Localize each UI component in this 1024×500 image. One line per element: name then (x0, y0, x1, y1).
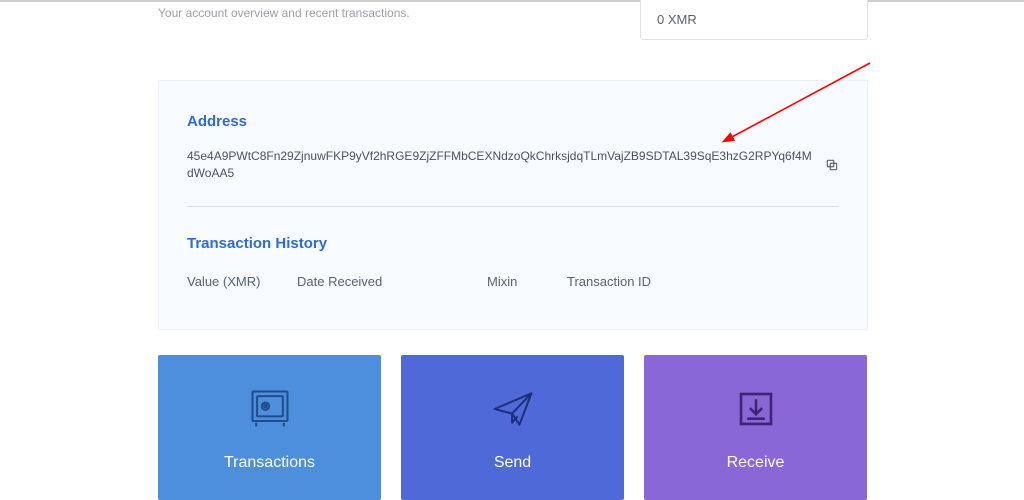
address-value: 45e4A9PWtC8Fn29ZjnuwFKP9yVf2hRGE9ZjZFFMb… (187, 148, 817, 182)
address-title: Address (187, 113, 839, 130)
address-line: 45e4A9PWtC8Fn29ZjnuwFKP9yVf2hRGE9ZjZFFMb… (187, 148, 839, 182)
transactions-card[interactable]: Transactions (158, 355, 381, 500)
col-value: Value (XMR) (187, 274, 297, 289)
send-card[interactable]: Send (401, 355, 624, 500)
divider (187, 206, 839, 207)
history-columns: Value (XMR) Date Received Mixin Transact… (187, 274, 839, 289)
transactions-label: Transactions (224, 454, 315, 472)
receive-label: Receive (727, 454, 785, 472)
paper-plane-icon (488, 384, 538, 434)
history-title: Transaction History (187, 235, 839, 252)
download-icon (731, 384, 781, 434)
receive-card[interactable]: Receive (644, 355, 867, 500)
action-row: Transactions Send Receive (158, 355, 867, 500)
page-subtitle: Your account overview and recent transac… (158, 6, 410, 20)
col-txid: Transaction ID (567, 274, 839, 289)
top-divider (0, 0, 1024, 2)
balance-value: 0 XMR (657, 12, 697, 27)
safe-icon (245, 384, 295, 434)
send-label: Send (494, 454, 531, 472)
col-date: Date Received (297, 274, 487, 289)
copy-icon[interactable] (825, 158, 839, 172)
col-mixin: Mixin (487, 274, 567, 289)
overview-panel: Address 45e4A9PWtC8Fn29ZjnuwFKP9yVf2hRGE… (158, 80, 868, 330)
balance-box: 0 XMR (640, 0, 868, 40)
